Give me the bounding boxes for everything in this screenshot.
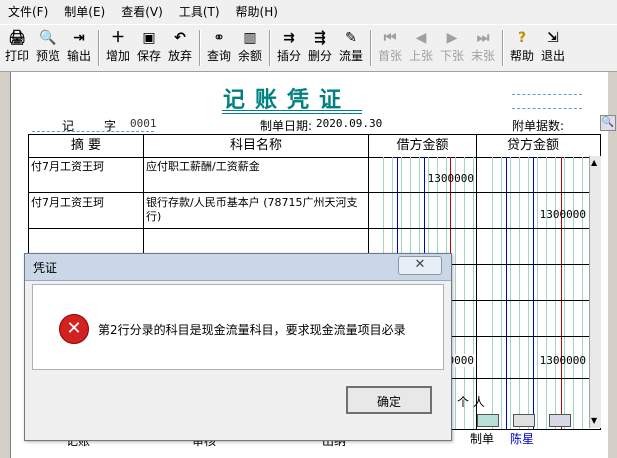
printer-icon: 🖨 (8, 30, 26, 46)
next-icon: ▶ (446, 30, 458, 46)
bar-chart-icon: ▥ (243, 30, 257, 46)
col-debit: 借方金额 (369, 135, 477, 158)
toolbar-divider (269, 30, 271, 66)
row1-account[interactable]: 应付职工薪酬/工资薪金 (146, 160, 366, 174)
prev-button[interactable]: ◀ 上张 (406, 28, 436, 68)
maker-label: 制单 (470, 432, 495, 446)
dialog-title: 凭证 (33, 261, 58, 275)
insert-entry-button[interactable]: ⇉ 插分 (274, 28, 304, 68)
credit-digit-lines (484, 157, 588, 429)
menu-view[interactable]: 查看(V) (113, 0, 171, 24)
error-icon: ✕ (59, 314, 89, 344)
first-record-icon: ⏮ (383, 30, 397, 46)
menu-help[interactable]: 帮助(H) (228, 0, 286, 24)
decimal-separator (561, 157, 562, 429)
delete-row-icon: ⇶ (314, 30, 326, 46)
next-button[interactable]: ▶ 下张 (437, 28, 467, 68)
discard-button[interactable]: ↶ 放弃 (165, 28, 195, 68)
dialog-message: 第2行分录的科目是现金流量科目，要求现金流量项目必录 (98, 323, 406, 337)
digit-separator (533, 157, 534, 429)
exit-button[interactable]: ⇲ 退出 (538, 28, 568, 68)
col-credit: 贷方金额 (477, 135, 589, 158)
preview-button[interactable]: 🔍 预览 (33, 28, 63, 68)
col-account: 科目名称 (144, 135, 369, 158)
card-icon[interactable] (549, 414, 571, 427)
menu-edit[interactable]: 制单(E) (56, 0, 113, 24)
toolbar-divider (502, 30, 504, 66)
row2-summary[interactable]: 付7月工资王珂 (31, 196, 141, 210)
error-dialog: 凭证 ✕ ✕ 第2行分录的科目是现金流量科目，要求现金流量项目必录 确定 (24, 253, 452, 441)
row-divider (29, 192, 589, 193)
insert-row-icon: ⇉ (283, 30, 295, 46)
pencil-icon: ✎ (345, 30, 357, 46)
cash-flow-button[interactable]: ✎ 流量 (336, 28, 366, 68)
toolbar-divider (370, 30, 372, 66)
help-button[interactable]: ? 帮助 (507, 28, 537, 68)
menu-file[interactable]: 文件(F) (0, 0, 56, 24)
maker-name: 陈星 (510, 432, 535, 446)
toolbar-divider (98, 30, 100, 66)
row2-account[interactable]: 银行存款/人民币基本户 (78715广州天河支行) (146, 196, 366, 224)
row1-debit[interactable]: 1300000 (401, 172, 474, 185)
binoculars-icon: ⚭ (213, 30, 225, 46)
balance-button[interactable]: ▥ 余额 (235, 28, 265, 68)
personal-label: 个 人 (457, 395, 485, 409)
export-button[interactable]: ⇥ 输出 (64, 28, 94, 68)
close-icon: ✕ (414, 257, 426, 272)
dashed-line (512, 94, 582, 95)
col-summary: 摘 要 (29, 135, 144, 158)
toolbar-divider (199, 30, 201, 66)
query-button[interactable]: ⚭ 查询 (204, 28, 234, 68)
scroll-down-icon[interactable]: ▼ (591, 416, 597, 425)
new-document-icon: ＋ (111, 30, 125, 46)
scroll-up-icon[interactable]: ▲ (591, 158, 597, 167)
search-icon[interactable]: 🔍 (600, 115, 616, 131)
menu-bar: 文件(F) 制单(E) 查看(V) 工具(T) 帮助(H) (0, 0, 617, 24)
first-button[interactable]: ⏮ 首张 (375, 28, 405, 68)
card-icon[interactable] (513, 414, 535, 427)
attachments-label: 附单据数: (512, 119, 565, 133)
toolbar: 🖨 打印 🔍 预览 ⇥ 输出 ＋增加 ▣ 保存 ↶ 放弃 ⚭ 查询 ▥ 余额 ⇉ 插分 ⇶ 删分 … (0, 24, 617, 72)
date-label: 制单日期: (260, 119, 313, 133)
dashed-line (512, 108, 582, 109)
export-icon: ⇥ (73, 30, 85, 46)
question-mark-icon: ? (517, 30, 527, 46)
floppy-disk-icon: ▣ (142, 30, 156, 46)
dialog-titlebar: 凭证 ✕ (25, 254, 451, 281)
digit-separator (506, 157, 507, 429)
row2-credit[interactable]: 1300000 (511, 208, 586, 221)
menu-tools[interactable]: 工具(T) (171, 0, 228, 24)
previous-icon: ◀ (415, 30, 427, 46)
ok-button[interactable]: 确定 (346, 386, 432, 414)
total-credit: 1300000 (539, 354, 586, 367)
print-button[interactable]: 🖨 打印 (2, 28, 32, 68)
exit-door-icon: ⇲ (547, 30, 559, 46)
close-button[interactable]: ✕ (398, 256, 442, 275)
vertical-scrollbar[interactable]: ▲ ▼ (589, 156, 601, 428)
voucher-date[interactable]: 2020.09.30 (316, 117, 382, 130)
add-button[interactable]: ＋增加 (103, 28, 133, 68)
last-button[interactable]: ⏭ 末张 (468, 28, 498, 68)
last-record-icon: ⏭ (476, 30, 490, 46)
magnifier-icon: 🔍 (39, 30, 57, 46)
undo-icon: ↶ (174, 30, 186, 46)
save-button[interactable]: ▣ 保存 (134, 28, 164, 68)
title-underline (222, 110, 362, 114)
dashed-line (32, 131, 154, 132)
row1-summary[interactable]: 付7月工资王珂 (31, 160, 141, 174)
delete-entry-button[interactable]: ⇶ 删分 (305, 28, 335, 68)
voucher-number[interactable]: 0001 (130, 117, 157, 130)
column-divider (476, 135, 477, 429)
row-divider (29, 228, 589, 229)
dialog-message-area: ✕ 第2行分录的科目是现金流量科目，要求现金流量项目必录 (32, 284, 444, 370)
card-icon[interactable] (477, 414, 499, 427)
